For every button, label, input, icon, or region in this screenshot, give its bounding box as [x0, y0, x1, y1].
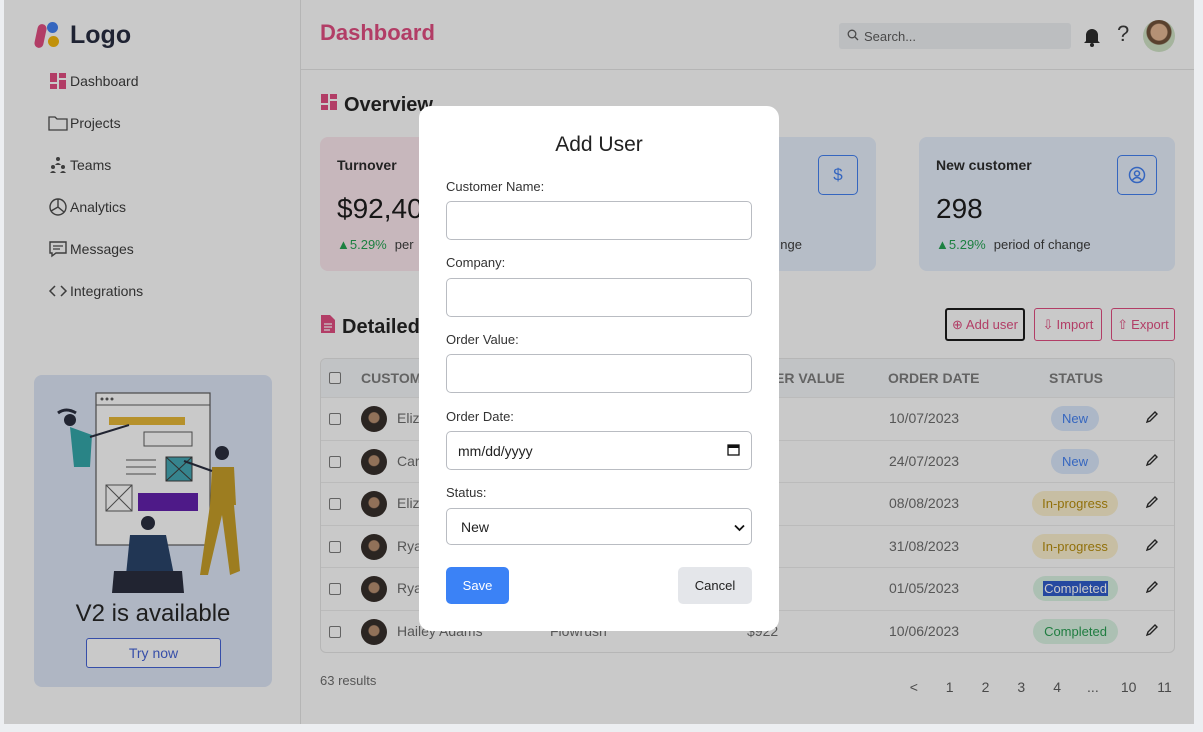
company-field[interactable]: [446, 278, 752, 317]
order-date-field[interactable]: mm/dd/yyyy: [446, 431, 752, 470]
cancel-button[interactable]: Cancel: [678, 567, 752, 604]
calendar-icon[interactable]: [727, 443, 740, 459]
order-date-label: Order Date:: [446, 409, 514, 424]
customer-name-field[interactable]: [446, 201, 752, 240]
add-user-modal: Add User Customer Name: Company: Order V…: [419, 106, 779, 631]
customer-name-label: Customer Name:: [446, 179, 545, 194]
status-select[interactable]: New: [446, 508, 752, 545]
save-button[interactable]: Save: [446, 567, 509, 604]
order-value-field[interactable]: [446, 354, 752, 393]
order-value-label: Order Value:: [446, 332, 519, 347]
company-label: Company:: [446, 255, 506, 270]
status-label: Status:: [446, 485, 487, 500]
modal-title: Add User: [555, 133, 643, 156]
status-select-value: New: [461, 518, 490, 535]
date-placeholder: mm/dd/yyyy: [458, 442, 533, 459]
chevron-down-icon: [734, 519, 745, 535]
